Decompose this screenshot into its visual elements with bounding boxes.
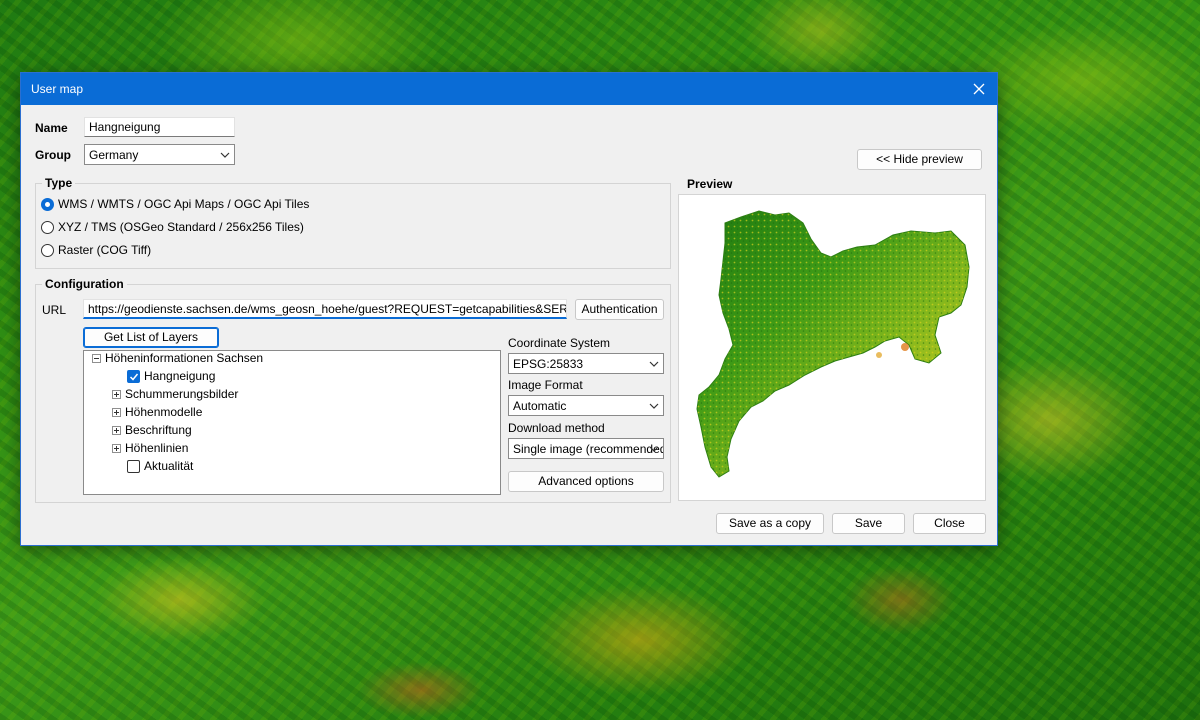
chevron-down-icon [649,403,659,409]
tree-item-beschriftung[interactable]: Beschriftung [112,421,192,439]
hide-preview-button[interactable]: << Hide preview [857,149,982,170]
layer-checkbox[interactable] [127,369,140,383]
group-select[interactable]: Germany [84,144,235,165]
layer-checkbox[interactable] [127,459,140,473]
saxony-map-preview [696,210,970,478]
plus-expander-icon[interactable] [112,443,121,453]
tree-item-aktualitaet[interactable]: Aktualität [127,457,193,475]
name-input[interactable]: Hangneigung [84,117,235,137]
chevron-down-icon [649,446,659,452]
tree-item-schummerungsbilder[interactable]: Schummerungsbilder [112,385,238,403]
url-input[interactable]: https://geodienste.sachsen.de/wms_geosn_… [83,299,567,319]
tree-item-label: Aktualität [144,459,194,473]
preview-legend: Preview [684,177,736,191]
coordinate-system-label: Coordinate System [508,336,611,350]
coordinate-system-value: EPSG:25833 [513,357,584,371]
plus-expander-icon[interactable] [112,389,121,399]
type-option-label: WMS / WMTS / OGC Api Maps / OGC Api Tile… [58,197,310,211]
tree-item-hoehenlinien[interactable]: Höhenlinien [112,439,188,457]
image-format-label: Image Format [508,378,583,392]
group-select-value: Germany [89,148,139,162]
url-label: URL [42,303,67,317]
download-method-select[interactable]: Single image (recommended) [508,438,664,459]
radio-wms[interactable] [41,197,54,211]
layer-tree[interactable]: Höheninformationen Sachsen Hangneigung S… [83,350,501,495]
advanced-options-button[interactable]: Advanced options [508,471,664,492]
tree-item-label: Schummerungsbilder [125,387,239,401]
title-bar[interactable]: User map [21,73,997,105]
chevron-down-icon [649,361,659,367]
type-option-label: Raster (COG Tiff) [58,243,152,257]
tree-root[interactable]: Höheninformationen Sachsen [92,349,263,367]
tree-item-hoehenmodelle[interactable]: Höhenmodelle [112,403,202,421]
tree-item-label: Höhenmodelle [125,405,203,419]
tree-item-label: Hangneigung [144,369,216,383]
tree-root-label: Höheninformationen Sachsen [105,351,264,365]
get-layers-button[interactable]: Get List of Layers [83,327,219,348]
save-button[interactable]: Save [832,513,905,534]
close-window-button[interactable] [961,73,997,105]
radio-xyz[interactable] [41,220,54,234]
group-label: Group [35,148,71,162]
configuration-legend: Configuration [42,277,127,291]
tree-item-label: Beschriftung [125,423,192,437]
type-option-raster[interactable]: Raster (COG Tiff) [41,243,151,257]
type-option-label: XYZ / TMS (OSGeo Standard / 256x256 Tile… [58,220,304,234]
name-label: Name [35,121,68,135]
type-legend: Type [42,176,76,190]
authentication-button[interactable]: Authentication [575,299,664,320]
plus-expander-icon[interactable] [112,425,121,435]
save-as-copy-button[interactable]: Save as a copy [716,513,824,534]
close-icon [973,83,985,95]
radio-raster[interactable] [41,243,54,257]
type-option-wms[interactable]: WMS / WMTS / OGC Api Maps / OGC Api Tile… [41,197,309,211]
download-method-value: Single image (recommended) [513,442,664,456]
check-icon [129,373,139,381]
chevron-down-icon [220,152,230,158]
plus-expander-icon[interactable] [112,407,121,417]
coordinate-system-select[interactable]: EPSG:25833 [508,353,664,374]
type-option-xyz[interactable]: XYZ / TMS (OSGeo Standard / 256x256 Tile… [41,220,304,234]
image-format-select[interactable]: Automatic [508,395,664,416]
image-format-value: Automatic [513,399,567,413]
download-method-label: Download method [508,421,605,435]
user-map-dialog: User map Name Hangneigung Group Germany … [20,72,998,546]
dialog-title: User map [31,82,84,96]
tree-item-label: Höhenlinien [125,441,189,455]
map-preview [678,194,986,501]
close-button[interactable]: Close [913,513,986,534]
tree-item-hangneigung[interactable]: Hangneigung [127,367,215,385]
minus-expander-icon[interactable] [92,353,101,363]
